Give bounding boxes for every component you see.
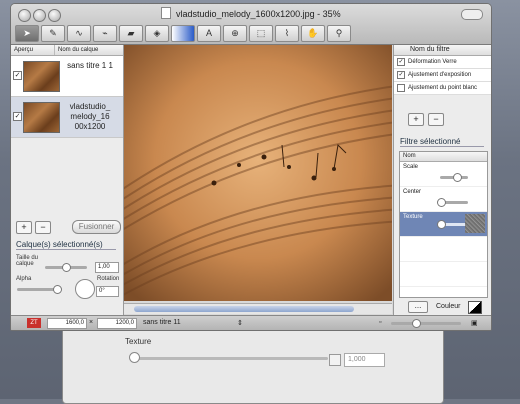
texture-reset-button[interactable] [329,354,341,366]
document-icon [161,7,171,19]
rotation-dial[interactable] [75,279,95,299]
param-row [400,262,487,287]
filter-name: Ajustement d'exposition [408,72,472,78]
dimension-separator: × [89,319,94,326]
layer-visibility-checkbox[interactable]: ✓ [13,112,22,121]
alpha-slider[interactable] [17,288,57,291]
more-options-button[interactable]: ... [408,301,428,313]
filter-checkbox[interactable] [397,84,405,92]
add-filter-button[interactable]: + [408,113,424,126]
param-row[interactable]: Scale [400,162,487,187]
pen-tool-icon[interactable]: ∿ [67,25,91,42]
hand-tool-icon[interactable]: ✋ [301,25,325,42]
pointer-tool-icon[interactable]: ➤ [15,25,39,42]
tool-palette: ➤ ✎ ∿ ⌁ ▰ ◈ A ⊕ ⬚ ⌇ ✋ ⚲ [15,25,353,42]
select-tool-icon[interactable]: ⬚ [249,25,273,42]
add-layer-button[interactable]: + [16,221,32,234]
brush-tool-icon[interactable]: ✎ [41,25,65,42]
layer-visibility-checkbox[interactable]: ✓ [13,71,22,80]
text-tool-icon[interactable]: A [197,25,221,42]
remove-filter-button[interactable]: − [428,113,444,126]
rotation-label: Rotation [97,276,120,282]
texture-value-field[interactable]: 1,000 [344,353,385,367]
canvas-image [124,45,392,301]
rotation-field[interactable]: 0° [96,286,119,297]
filter-row[interactable]: ✓ Ajustement d'exposition [394,69,491,82]
col-preview[interactable]: Aperçu [11,45,55,55]
param-row [400,237,487,262]
param-row[interactable]: Center [400,187,487,212]
param-slider-knob[interactable] [437,220,447,229]
zoom-tool-icon[interactable]: ⚲ [327,25,351,42]
layer-size-slider-knob[interactable] [62,263,71,272]
layers-panel: Aperçu Nom du calque ✓ sans titre 1 1 ✓ … [11,45,124,315]
zoom-slider-knob[interactable] [411,319,421,328]
layer-row[interactable]: ✓ sans titre 1 1 [11,56,123,97]
layer-name: vladstudio_ melody_16 00x1200 [69,102,111,131]
scrollbar-thumb[interactable] [134,306,354,312]
crop-tool-icon[interactable]: ⊕ [223,25,247,42]
layer-size-field[interactable]: 1,00 [95,262,119,273]
background-window[interactable]: Texture 1,000 [62,322,444,404]
close-button[interactable] [18,9,31,22]
selected-layer-title: Calque(s) sélectionné(s) [16,240,116,250]
width-field[interactable]: 1600,0 [47,318,87,329]
texture-slider-knob[interactable] [129,352,140,363]
layer-thumbnail [23,61,60,92]
texture-swatch[interactable] [465,214,485,233]
filters-panel: Nom du filtre ✓ Déformation Verre ✓ Ajus… [393,45,491,315]
paint-tool-icon[interactable]: ⌁ [93,25,117,42]
params-header[interactable]: Nom [400,152,487,162]
height-field[interactable]: 1200,0 [97,318,137,329]
alpha-slider-knob[interactable] [53,285,62,294]
texture-label: Texture [125,337,152,346]
zoom-in-icon[interactable]: ▣ [471,319,478,327]
layer-thumbnail [23,102,60,133]
filter-name: Ajustement du point blanc [408,85,478,91]
main-window: vladstudio_melody_1600x1200.jpg - 35% ➤ … [10,3,492,331]
filters-header[interactable]: Nom du filtre [394,45,491,56]
status-badge: ZT [27,318,41,328]
zoom-slider[interactable] [391,322,461,325]
stamp-tool-icon[interactable]: ◈ [145,25,169,42]
remove-layer-button[interactable]: − [35,221,51,234]
merge-button[interactable]: Fusionner [72,220,121,234]
minimize-button[interactable] [33,9,46,22]
param-row[interactable]: Texture [400,212,487,237]
eraser-tool-icon[interactable]: ▰ [119,25,143,42]
filter-row[interactable]: Ajustement du point blanc [394,82,491,95]
filter-checkbox[interactable]: ✓ [397,71,405,79]
layer-popup[interactable]: sans titre 11 [143,319,181,326]
col-layer-name[interactable]: Nom du calque [55,45,98,55]
title-bar: vladstudio_melody_1600x1200.jpg - 35% ➤ … [11,4,491,45]
param-name: Texture [403,214,423,220]
lasso-tool-icon[interactable]: ⌇ [275,25,299,42]
param-name: Center [403,189,422,195]
filter-row[interactable]: ✓ Déformation Verre [394,56,491,69]
layer-size-label: Taille du calque [16,255,39,267]
horizontal-scrollbar[interactable] [124,303,392,314]
filter-parameters-table: Nom Scale Center Texture [399,151,488,298]
param-slider-knob[interactable] [437,198,447,207]
layers-header: Aperçu Nom du calque [11,45,123,56]
layer-name: sans titre 1 1 [67,61,113,70]
filter-name: Déformation Verre [408,59,457,65]
filter-checkbox[interactable]: ✓ [397,58,405,66]
texture-slider[interactable] [133,357,328,360]
selected-filter-title: Filtre sélectionné [400,137,484,147]
param-slider-knob[interactable] [452,173,462,182]
zoom-out-icon[interactable]: ▫ [379,319,381,326]
gradient-tool-icon[interactable] [171,25,195,42]
alpha-label: Alpha [16,276,32,282]
color-swatch[interactable] [468,301,482,314]
layer-row[interactable]: ✓ vladstudio_ melody_16 00x1200 [11,97,123,138]
window-title: vladstudio_melody_1600x1200.jpg - 35% [161,7,401,19]
color-label: Couleur [436,303,461,310]
status-bar: ZT 1600,0 × 1200,0 sans titre 11 ⇕ ▫ ▣ [11,315,491,330]
zoom-button[interactable] [48,9,61,22]
popup-arrows-icon[interactable]: ⇕ [237,319,243,327]
toolbar-toggle-button[interactable] [461,9,483,20]
param-name: Scale [403,164,419,170]
image-canvas[interactable] [124,45,392,301]
